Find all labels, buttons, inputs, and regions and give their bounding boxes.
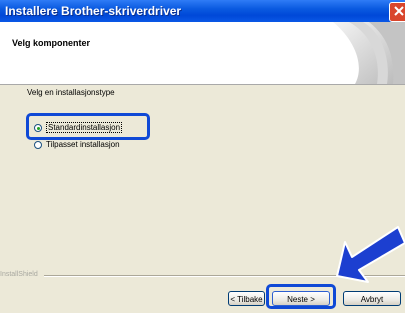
install-type-prompt: Velg en installasjonstype [27,88,115,97]
standard-option-highlight [26,113,150,140]
footer-divider [44,275,405,277]
title-bar[interactable]: Installere Brother-skriverdriver [0,0,405,22]
radio-custom-label[interactable]: Tilpasset installasjon [46,140,120,149]
next-button-highlight [266,284,336,309]
installshield-brand: InstallShield [0,271,38,278]
cancel-button[interactable]: Avbryt [343,291,401,306]
installer-window: Installere Brother-skriverdriver Velg ko… [0,0,405,313]
close-icon [394,6,404,16]
brother-logo-graphic [325,22,405,84]
cancel-button-label: Avbryt [360,295,384,304]
page-title: Velg komponenter [12,38,91,48]
dialog-header: Velg komponenter [0,22,405,85]
radio-unselected-icon[interactable] [34,140,42,149]
radio-custom-installation[interactable]: Tilpasset installasjon [34,140,120,149]
window-title: Installere Brother-skriverdriver [5,4,182,18]
back-button-label: < Tilbake [230,295,263,304]
close-button[interactable] [389,2,405,22]
back-button[interactable]: < Tilbake [228,291,265,306]
